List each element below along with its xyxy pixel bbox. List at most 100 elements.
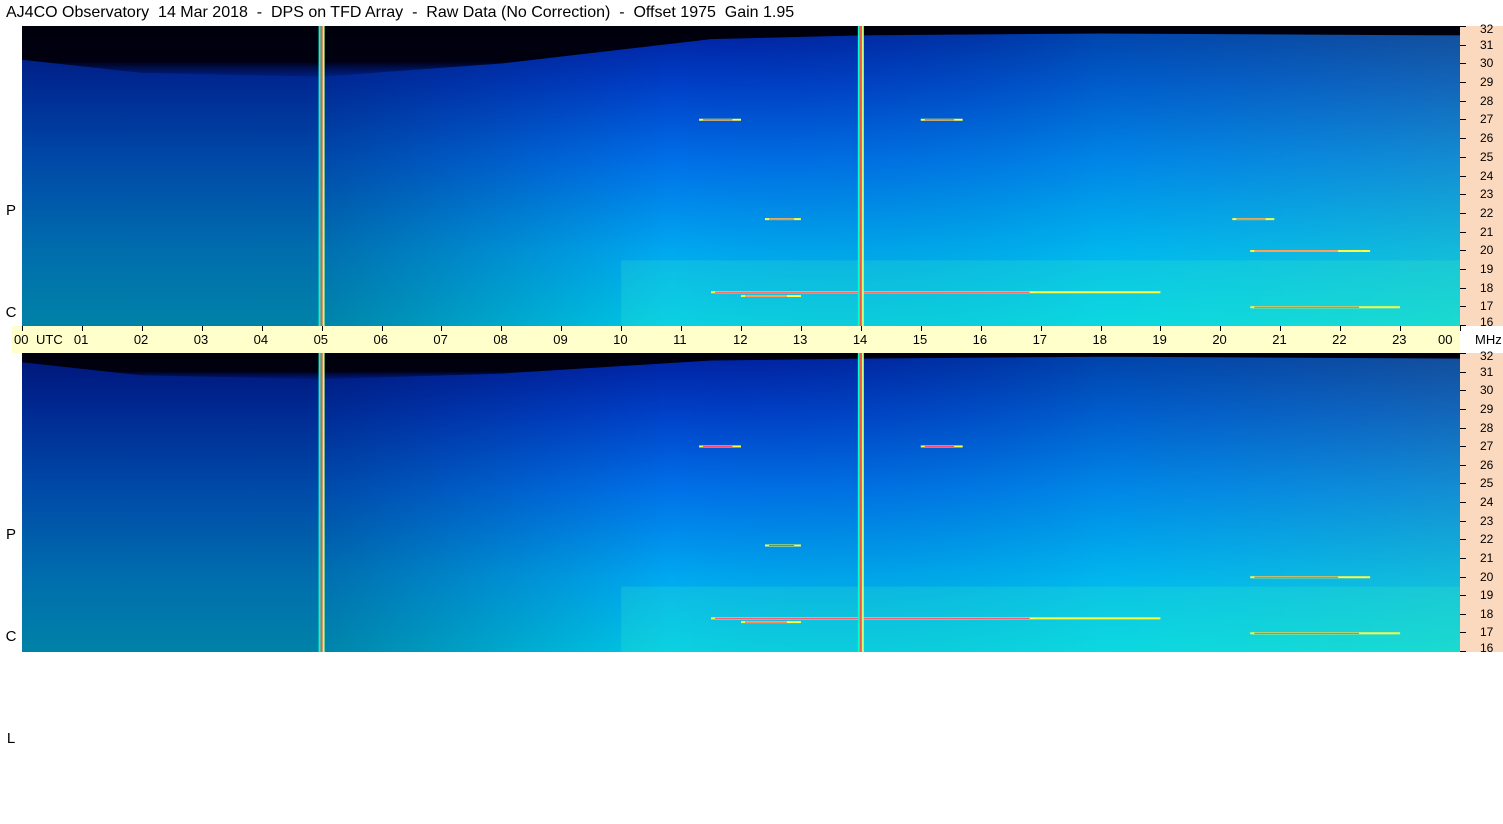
frequency-tick <box>1460 26 1466 27</box>
time-tick-label: 20 <box>1212 332 1227 347</box>
frequency-tick-label: 26 <box>1480 131 1494 146</box>
time-tick <box>1220 326 1222 331</box>
time-tick <box>741 326 742 331</box>
time-tick <box>321 326 323 331</box>
time-tick-label: 14 <box>852 332 868 347</box>
carrier-line-core <box>745 295 787 297</box>
rcp-label-letter-1: P <box>5 202 16 219</box>
frequency-tick-label: 31 <box>1480 37 1494 52</box>
lcp-label-letter-3: L <box>6 730 16 747</box>
utc-unit-label: UTC <box>36 332 63 347</box>
sounder-marker <box>861 353 864 652</box>
time-tick <box>621 326 623 331</box>
lcp-label-letter-1: P <box>5 526 16 543</box>
frequency-tick-label: 20 <box>1480 569 1494 584</box>
sounder-marker <box>861 26 864 326</box>
time-tick-label: 11 <box>673 332 687 347</box>
time-tick <box>800 326 802 331</box>
time-tick <box>501 326 503 331</box>
lcp-label: P C L <box>2 450 20 824</box>
mhz-unit-label: MHz <box>1475 332 1502 347</box>
frequency-tick <box>1460 44 1466 46</box>
sounder-marker <box>318 26 321 326</box>
frequency-tick-label: 25 <box>1480 149 1494 164</box>
frequency-tick <box>1460 175 1466 177</box>
frequency-tick <box>1460 557 1466 559</box>
carrier-line-core <box>768 218 795 220</box>
time-tick <box>441 326 443 331</box>
frequency-tick <box>1460 613 1466 615</box>
frequency-tick <box>1460 502 1466 503</box>
frequency-tick-label: 24 <box>1480 168 1494 183</box>
frequency-tick-label: 28 <box>1480 420 1494 435</box>
frequency-tick-label: 21 <box>1480 550 1494 565</box>
frequency-tick <box>1460 138 1466 140</box>
lcp-label-letter-2: C <box>5 628 17 645</box>
time-tick <box>1460 326 1461 331</box>
carrier-line-core <box>924 445 955 447</box>
time-tick <box>22 326 23 331</box>
lcp-spectrogram <box>22 353 1460 652</box>
time-tick-label: 19 <box>1152 332 1167 347</box>
time-tick-label: 03 <box>193 332 209 347</box>
rcp-spectrogram-panel <box>22 26 1460 326</box>
frequency-tick-label: 17 <box>1480 299 1494 314</box>
frequency-tick-label: 22 <box>1480 205 1494 220</box>
frequency-tick <box>1460 390 1466 392</box>
time-tick <box>860 326 862 331</box>
frequency-tick <box>1460 353 1466 354</box>
time-tick <box>1040 326 1042 331</box>
frequency-tick <box>1460 632 1466 634</box>
frequency-tick <box>1460 212 1466 214</box>
frequency-tick <box>1460 427 1466 429</box>
frequency-tick-label: 19 <box>1480 588 1494 603</box>
carrier-line-core <box>1254 306 1360 308</box>
frequency-tick <box>1460 63 1466 65</box>
frequency-tick-label: 28 <box>1480 93 1494 108</box>
frequency-tick-label: 22 <box>1480 532 1494 547</box>
frequency-tick-label: 29 <box>1480 401 1494 416</box>
time-tick-label: 17 <box>1032 332 1048 347</box>
time-axis: 00 01 02 03 04 05 06 07 08 09 10 11 12 13 14 15 16 17 18 19… <box>12 326 1461 353</box>
time-tick-label: 00 <box>14 332 29 347</box>
frequency-tick <box>1460 287 1466 289</box>
time-tick-label: 07 <box>433 332 448 347</box>
frequency-tick <box>1460 595 1466 597</box>
time-tick <box>1400 326 1402 331</box>
frequency-tick <box>1460 446 1466 448</box>
carrier-line-core <box>745 621 787 623</box>
frequency-tick-label: 27 <box>1480 439 1494 454</box>
sounder-marker <box>322 353 325 652</box>
time-tick-label: 12 <box>733 332 748 347</box>
carrier-line-core <box>1254 576 1339 578</box>
sounder-marker <box>857 353 860 652</box>
left-gutter-top: P C R <box>0 26 22 423</box>
sounder-marker <box>320 26 323 326</box>
frequency-tick-label: 30 <box>1480 56 1494 71</box>
frequency-tick-label: 29 <box>1480 75 1494 90</box>
frequency-tick <box>1460 464 1466 466</box>
frequency-tick <box>1460 576 1466 578</box>
frequency-tick <box>1460 194 1466 196</box>
frequency-tick-label: 27 <box>1480 112 1494 127</box>
rcp-spectrogram <box>22 26 1460 326</box>
frequency-tick-label: 18 <box>1480 606 1494 621</box>
time-tick <box>1340 326 1342 331</box>
frequency-tick <box>1460 119 1466 121</box>
time-tick <box>381 326 383 331</box>
carrier-line-core <box>924 119 955 121</box>
time-tick-label: 22 <box>1332 332 1347 347</box>
frequency-tick-label: 32 <box>1480 349 1494 363</box>
carrier-line-core <box>703 445 733 447</box>
time-tick-label: 10 <box>613 332 628 347</box>
time-tick-label: 13 <box>792 332 808 347</box>
frequency-tick <box>1460 539 1466 541</box>
rcp-frequency-scale: 16 17 18 19 20 21 22 23 24 25 26 27 28 29 30 31 32 <box>1460 22 1503 328</box>
chart-title: AJ4CO Observatory 14 Mar 2018 - DPS on T… <box>6 4 795 21</box>
time-tick <box>561 326 563 331</box>
frequency-tick <box>1460 371 1466 373</box>
time-tick-label: 04 <box>253 332 269 347</box>
time-tick-label: 00 <box>1438 332 1453 347</box>
frequency-tick-label: 32 <box>1480 22 1494 36</box>
time-tick <box>681 326 683 331</box>
